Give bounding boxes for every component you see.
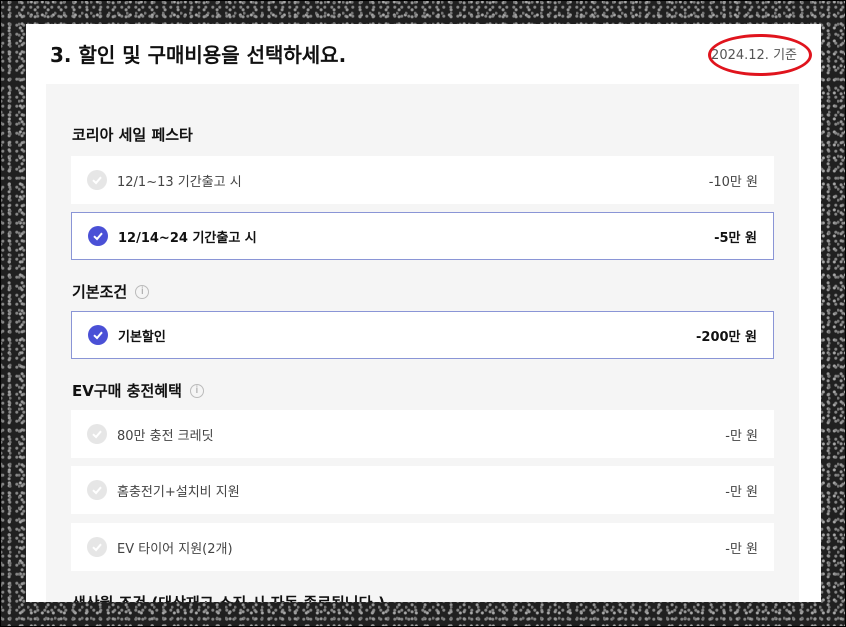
option-label: 12/14~24 기간출고 시 xyxy=(118,230,257,246)
group-title-basic-condition: 기본조건 i xyxy=(72,281,150,302)
option-korea-sale-2[interactable]: 12/14~24 기간출고 시 -5만 원 xyxy=(71,212,774,260)
group-title-ev-charging: EV구매 충전혜택 i xyxy=(72,380,204,401)
check-icon xyxy=(88,226,108,246)
option-price: -만 원 xyxy=(725,428,758,444)
group-title-text: 기본조건 xyxy=(72,283,128,301)
option-label: 80만 충전 크레딧 xyxy=(117,428,214,444)
option-price: -200만 원 xyxy=(696,329,757,345)
check-icon xyxy=(87,424,107,444)
check-icon xyxy=(87,537,107,557)
option-ev-tire[interactable]: EV 타이어 지원(2개) -만 원 xyxy=(71,523,774,571)
check-icon xyxy=(87,480,107,500)
option-korea-sale-1[interactable]: 12/1~13 기간출고 시 -10만 원 xyxy=(71,156,774,204)
option-label: EV 타이어 지원(2개) xyxy=(117,541,233,557)
group-title-text: EV구매 충전혜택 xyxy=(72,382,182,400)
option-price: -10만 원 xyxy=(708,174,758,190)
option-price: -5만 원 xyxy=(714,230,757,246)
group-title-text: 코리아 세일 페스타 xyxy=(72,126,193,144)
option-home-charger[interactable]: 홈충전기+설치비 지원 -만 원 xyxy=(71,466,774,514)
option-price: -만 원 xyxy=(725,484,758,500)
option-label: 기본할인 xyxy=(118,329,166,345)
options-container: 코리아 세일 페스타 12/1~13 기간출고 시 -10만 원 12/14~2… xyxy=(46,84,799,602)
option-label: 홈충전기+설치비 지원 xyxy=(117,484,240,500)
discount-panel: 3. 할인 및 구매비용을 선택하세요. 2024.12. 기준 코리아 세일 … xyxy=(26,24,821,602)
group-title-text: 생산월 조건 (대상재고 소진 시 자동 종료됩니다.) xyxy=(72,592,385,602)
group-title-korea-sale-festa: 코리아 세일 페스타 xyxy=(72,124,193,145)
info-icon[interactable]: i xyxy=(135,284,150,299)
option-basic-discount[interactable]: 기본할인 -200만 원 xyxy=(71,311,774,359)
group-title-production-month: 생산월 조건 (대상재고 소진 시 자동 종료됩니다.) xyxy=(72,592,385,602)
option-price: -만 원 xyxy=(725,541,758,557)
highlight-circle xyxy=(708,34,812,76)
option-charging-credit[interactable]: 80만 충전 크레딧 -만 원 xyxy=(71,410,774,458)
info-icon[interactable]: i xyxy=(189,383,204,398)
check-icon xyxy=(87,170,107,190)
option-label: 12/1~13 기간출고 시 xyxy=(117,174,242,190)
check-icon xyxy=(88,325,108,345)
section-title: 3. 할인 및 구매비용을 선택하세요. xyxy=(50,43,347,67)
